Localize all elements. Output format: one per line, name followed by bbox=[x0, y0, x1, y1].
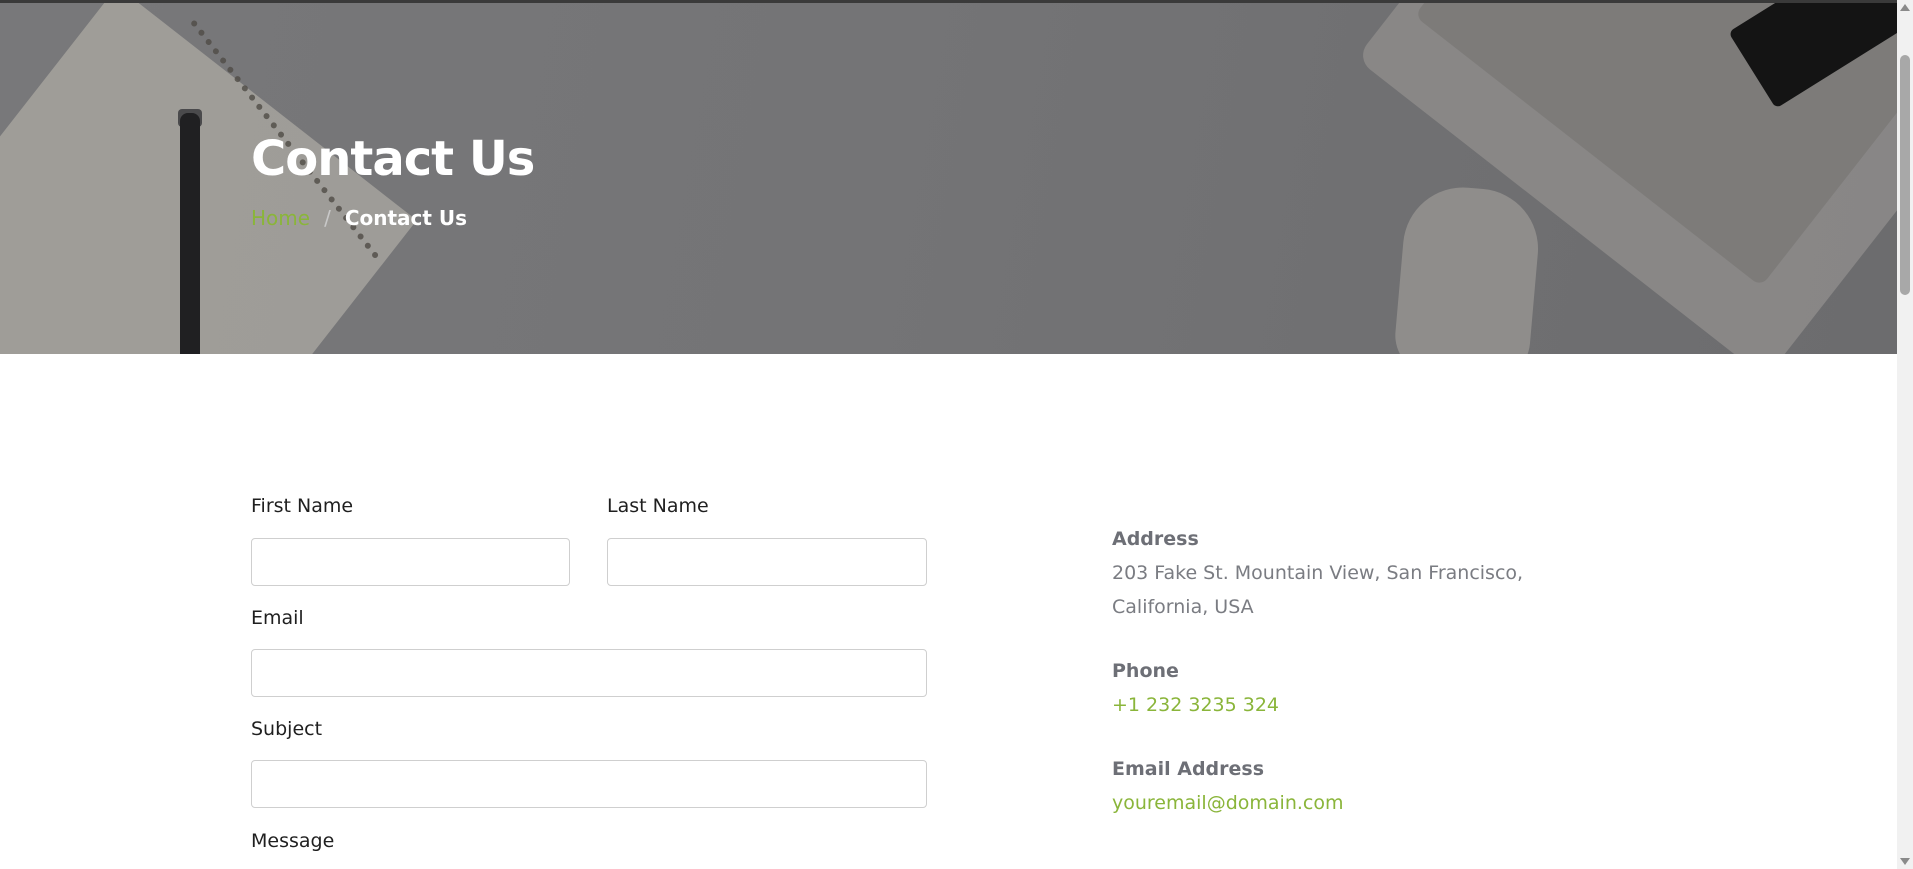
subject-label: Subject bbox=[251, 718, 323, 740]
subject-field[interactable] bbox=[251, 760, 927, 808]
mouse-image bbox=[1391, 182, 1544, 354]
first-name-label: First Name bbox=[251, 495, 354, 517]
vertical-scrollbar[interactable] bbox=[1897, 0, 1913, 869]
page-title: Contact Us bbox=[251, 131, 535, 187]
address-text: 203 Fake St. Mountain View, San Francisc… bbox=[1112, 562, 1524, 618]
email-label: Email bbox=[251, 607, 304, 629]
last-name-label: Last Name bbox=[607, 495, 709, 517]
email-field[interactable] bbox=[251, 649, 927, 697]
scroll-up-arrow-icon[interactable] bbox=[1900, 4, 1910, 11]
message-label: Message bbox=[251, 830, 335, 852]
breadcrumb-current: Contact Us bbox=[344, 206, 468, 230]
email-heading: Email Address bbox=[1112, 758, 1265, 780]
pen-image bbox=[180, 113, 200, 354]
email-link[interactable]: youremail@domain.com bbox=[1112, 792, 1343, 814]
breadcrumb: Home / Contact Us bbox=[251, 206, 467, 230]
scroll-down-arrow-icon[interactable] bbox=[1900, 858, 1910, 865]
breadcrumb-home-link[interactable]: Home bbox=[251, 206, 310, 230]
scroll-thumb[interactable] bbox=[1900, 55, 1910, 295]
breadcrumb-separator: / bbox=[324, 206, 331, 230]
phone-link[interactable]: +1 232 3235 324 bbox=[1112, 694, 1279, 716]
first-name-field[interactable] bbox=[251, 538, 570, 586]
address-heading: Address bbox=[1112, 528, 1199, 550]
hero-banner: Contact Us Home / Contact Us bbox=[0, 3, 1897, 354]
phone-heading: Phone bbox=[1112, 660, 1179, 682]
last-name-field[interactable] bbox=[607, 538, 927, 586]
